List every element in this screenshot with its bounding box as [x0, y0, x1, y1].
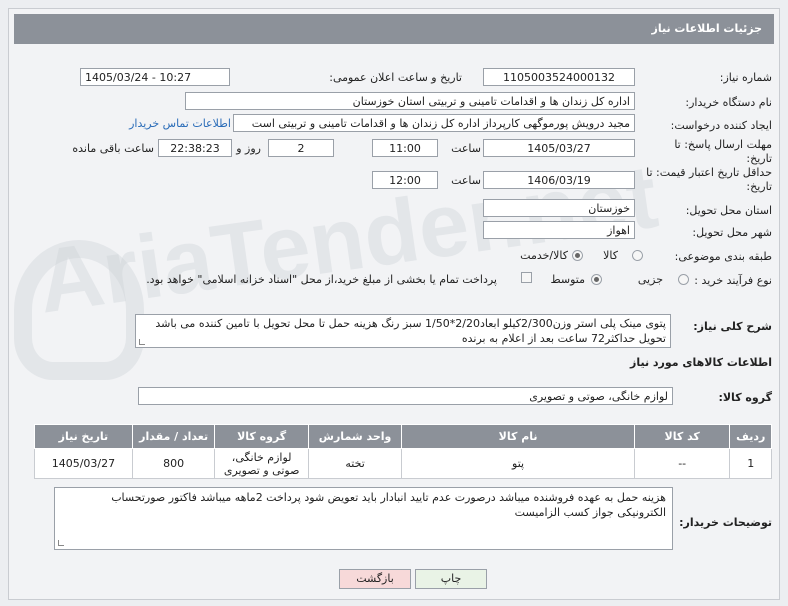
table-row: 1 -- پتو تخته لوازم خانگی، صوتی و تصویری…	[34, 448, 772, 479]
city-label: شهر محل تحویل:	[692, 226, 772, 239]
col-row: ردیف	[729, 424, 772, 449]
description-resize-handle[interactable]	[139, 339, 145, 345]
category-label: طبقه بندی موضوعی:	[674, 250, 772, 263]
deadline-date-field: 1405/03/27	[483, 139, 635, 157]
province-label: استان محل تحویل:	[685, 204, 772, 217]
col-code: کد کالا	[633, 424, 731, 449]
process-partial-radio[interactable]	[678, 274, 689, 285]
page-title: جزئیات اطلاعات نیاز	[14, 14, 774, 44]
days-word-label: روز و	[236, 142, 261, 155]
cell-unit: تخته	[307, 448, 403, 479]
price-validity-label: حداقل تاریخ اعتبار قیمت: تا تاریخ:	[646, 166, 772, 193]
cell-qty: 800	[131, 448, 216, 479]
description-textarea: پتوی مینک پلی استر وزن2/300کیلو ابعاد2/2…	[135, 314, 671, 348]
process-partial-text: جزیی	[637, 273, 663, 286]
process-label: نوع فرآیند خرید :	[694, 274, 772, 287]
remaining-label: ساعت باقی مانده	[72, 142, 154, 155]
treasury-payment-text: پرداخت تمام یا بخشی از مبلغ خرید،از محل …	[146, 273, 497, 286]
deadline-label: مهلت ارسال پاسخ: تا تاریخ:	[674, 138, 772, 165]
buyer-notes-textarea: هزینه حمل به عهده فروشنده میباشد درصورت …	[54, 487, 673, 550]
need-number-label: شماره نیاز:	[719, 71, 772, 84]
cell-date: 1405/03/27	[34, 448, 133, 479]
goods-group-field: لوازم خانگی، صوتی و تصویری	[138, 387, 673, 405]
process-medium-radio[interactable]	[591, 274, 602, 285]
category-goods-service-text: کالا/خدمت	[520, 249, 568, 262]
col-unit: واحد شمارش	[307, 424, 403, 449]
goods-group-label: گروه کالا:	[718, 391, 772, 404]
treasury-payment-checkbox[interactable]	[521, 272, 532, 283]
process-medium-text: متوسط	[550, 273, 585, 286]
cell-group: لوازم خانگی، صوتی و تصویری	[214, 448, 309, 479]
print-button[interactable]: چاپ	[415, 569, 487, 589]
price-date-field: 1406/03/19	[483, 171, 635, 189]
col-qty: تعداد / مقدار	[131, 424, 216, 449]
announce-label: تاریخ و ساعت اعلان عمومی:	[329, 71, 462, 84]
description-label: شرح کلی نیاز:	[693, 320, 772, 333]
col-name: نام کالا	[401, 424, 635, 449]
items-table-header: ردیف کد کالا نام کالا واحد شمارش گروه کا…	[34, 424, 772, 449]
category-goods-text: کالا	[603, 249, 618, 262]
category-goods-radio[interactable]	[632, 250, 643, 261]
cell-row: 1	[729, 448, 772, 479]
requester-field: مجید درویش پورموگهی کارپرداز اداره کل زن…	[233, 114, 635, 132]
deadline-time-field: 11:00	[372, 139, 438, 157]
col-group: گروه کالا	[214, 424, 309, 449]
goods-info-title: اطلاعات کالاهای مورد نیاز	[630, 356, 772, 369]
back-button[interactable]: بازگشت	[339, 569, 411, 589]
announce-field: 1405/03/24 - 10:27	[80, 68, 230, 86]
price-hour-label: ساعت	[451, 174, 481, 187]
buyer-org-label: نام دستگاه خریدار:	[685, 96, 772, 109]
buyer-contact-link[interactable]: اطلاعات تماس خریدار	[129, 117, 231, 130]
buyer-notes-resize-handle[interactable]	[58, 540, 64, 546]
price-time-field: 12:00	[372, 171, 438, 189]
province-field: خوزستان	[483, 199, 635, 217]
city-field: اهواز	[483, 221, 635, 239]
need-number-field: 1105003524000132	[483, 68, 635, 86]
cell-code: --	[633, 448, 731, 479]
days-field: 2	[268, 139, 334, 157]
cell-name: پتو	[401, 448, 635, 479]
category-goods-service-radio[interactable]	[572, 250, 583, 261]
items-table: ردیف کد کالا نام کالا واحد شمارش گروه کا…	[34, 424, 772, 479]
buyer-org-field: اداره کل زندان ها و اقدامات تامینی و ترب…	[185, 92, 635, 110]
watermark-logo	[14, 240, 144, 380]
remaining-time-field: 22:38:23	[158, 139, 232, 157]
requester-label: ایجاد کننده درخواست:	[670, 119, 772, 132]
buyer-notes-label: توضیحات خریدار:	[679, 516, 772, 529]
col-date: تاریخ نیاز	[34, 424, 133, 449]
deadline-hour-label: ساعت	[451, 142, 481, 155]
